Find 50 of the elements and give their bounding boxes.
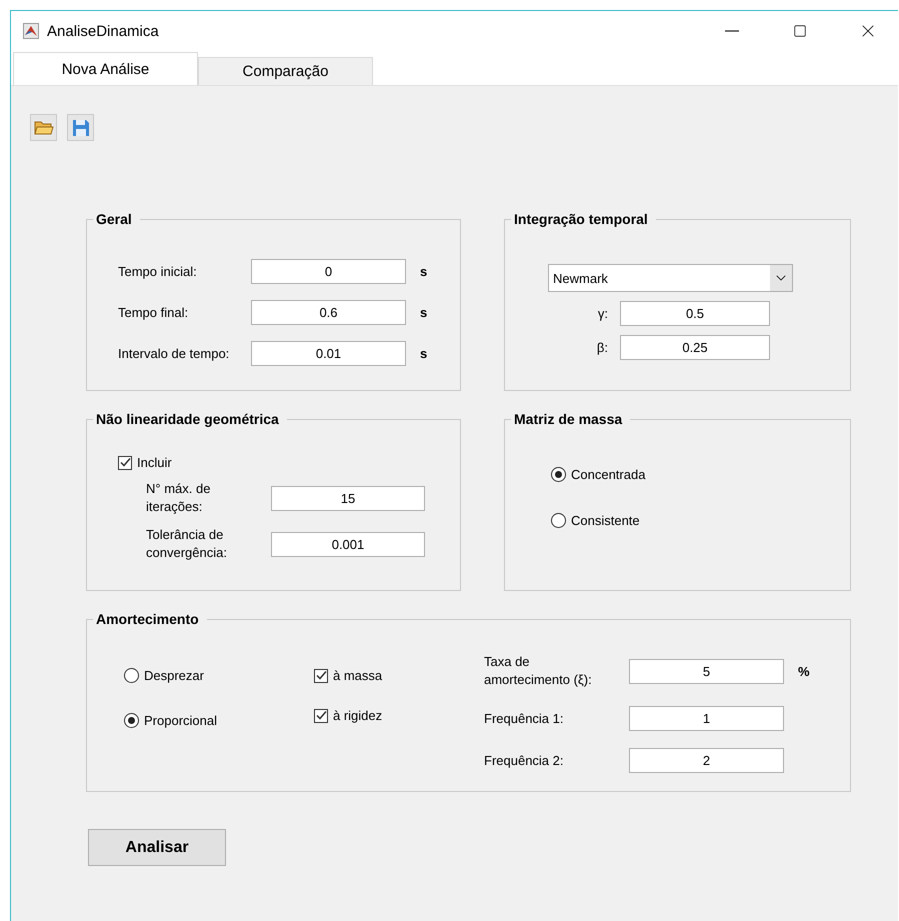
tab[interactable]: Nova Análise [13,52,198,85]
checkbox[interactable]: à rigidez [314,708,484,723]
input-field[interactable]: 0.01 [251,341,406,366]
checkmark-icon [316,670,326,681]
analyze-button[interactable]: Analisar [88,829,226,866]
field-label: Intervalo de tempo: [118,344,230,362]
checkmark-icon [316,710,326,721]
input-field[interactable]: 0 [251,259,406,284]
input-field[interactable]: 15 [271,486,425,510]
method-dropdown[interactable]: Newmark [548,264,793,292]
radio-button[interactable]: Desprezar [124,668,314,683]
window-title: AnaliseDinamica [47,22,160,40]
input-field[interactable]: 0.001 [271,532,425,556]
minimize-icon [725,30,739,32]
input-field[interactable]: 0.6 [251,300,406,325]
input-field[interactable]: 0.5 [620,301,770,326]
group-title: Não linearidade geométrica [93,411,287,427]
field-label: N° máx. de iterações: [146,480,212,516]
field-label: Frequência 2: [484,752,564,770]
checkbox[interactable]: à massa [314,668,484,683]
radio-button[interactable]: Consistente [551,513,850,528]
input-field[interactable]: 1 [629,706,784,731]
field-label: β: [596,338,609,356]
save-button[interactable] [67,114,94,141]
checkmark-icon [120,457,130,468]
input-field[interactable]: 5 [629,658,784,684]
group-title: Geral [93,211,140,227]
open-folder-button[interactable] [30,114,57,141]
folder-icon [34,120,54,136]
field-label: γ: [596,304,609,322]
group-title: Amortecimento [93,611,207,627]
group-title: Integração temporal [511,211,656,227]
field-label: Taxa de amortecimento (ξ): [484,653,593,689]
radio-button[interactable]: Proporcional [124,713,314,728]
unit-label: s [420,346,428,361]
field-label: Tolerância de convergência: [146,526,228,562]
input-field[interactable]: 0.25 [620,335,770,360]
field-label: Frequência 1: [484,710,564,728]
app-icon [23,23,39,39]
input-field[interactable]: 2 [629,748,784,773]
unit-label: % [798,664,810,678]
maximize-icon [793,24,807,38]
field-label: Tempo final: [118,304,190,322]
field-label: Tempo inicial: [118,262,198,280]
group-title: Matriz de massa [511,411,630,427]
checkbox[interactable]: Incluir [118,455,460,470]
radio-button[interactable]: Concentrada [551,467,850,482]
unit-label: s [420,305,428,320]
tab[interactable]: Comparação [198,57,373,85]
unit-label: s [420,264,428,279]
